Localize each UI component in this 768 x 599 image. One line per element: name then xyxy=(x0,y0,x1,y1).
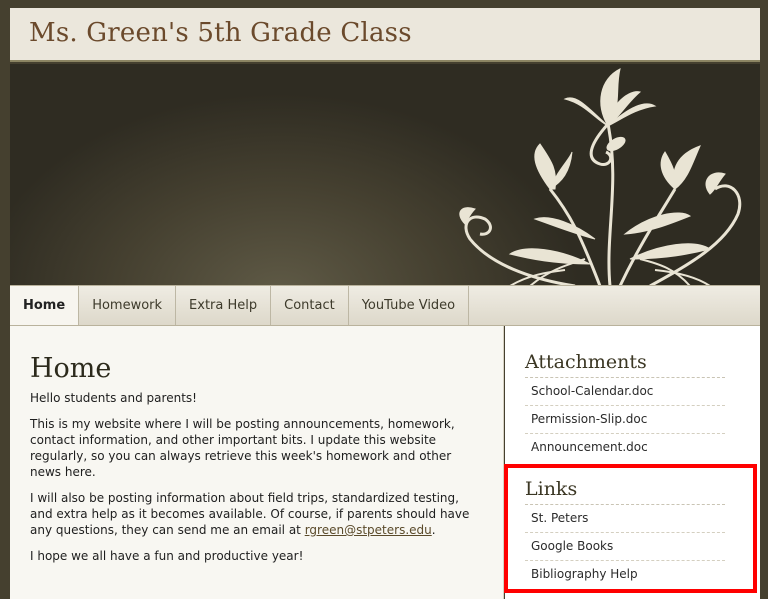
attachment-school-calendar[interactable]: School-Calendar.doc xyxy=(525,378,725,406)
page-frame: Ms. Green's 5th Grade Class Home Homewor… xyxy=(0,0,768,599)
tab-home[interactable]: Home xyxy=(10,286,80,325)
closing-paragraph: I hope we all have a fun and productive … xyxy=(30,549,304,563)
page-title: Home xyxy=(30,353,112,384)
site-title: Ms. Green's 5th Grade Class xyxy=(29,18,412,48)
attachments-section: Attachments School-Calendar.doc Permissi… xyxy=(525,348,725,461)
email-link[interactable]: rgreen@stpeters.edu xyxy=(305,523,432,537)
main-nav: Home Homework Extra Help Contact YouTube… xyxy=(10,285,760,326)
tab-youtube-video[interactable]: YouTube Video xyxy=(349,286,470,325)
attachments-heading: Attachments xyxy=(525,348,725,378)
tab-homework[interactable]: Homework xyxy=(79,286,177,325)
sidebar: Attachments School-Calendar.doc Permissi… xyxy=(505,326,760,599)
site-header: Ms. Green's 5th Grade Class xyxy=(10,8,760,62)
main-content: Home Hello students and parents! This is… xyxy=(10,326,504,599)
tab-extra-help[interactable]: Extra Help xyxy=(176,286,272,325)
banner-image xyxy=(10,64,760,286)
link-google-books[interactable]: Google Books xyxy=(525,533,725,561)
link-bibliography-help[interactable]: Bibliography Help xyxy=(525,561,725,588)
attachment-permission-slip[interactable]: Permission-Slip.doc xyxy=(525,406,725,434)
greeting-text: Hello students and parents! xyxy=(30,391,197,405)
links-section: Links St. Peters Google Books Bibliograp… xyxy=(525,475,725,588)
intro-paragraph: This is my website where I will be posti… xyxy=(30,417,455,479)
info-paragraph-end: . xyxy=(431,523,436,537)
links-heading: Links xyxy=(525,475,725,505)
info-paragraph: I will also be posting information about… xyxy=(30,490,483,538)
attachment-announcement[interactable]: Announcement.doc xyxy=(525,434,725,461)
floral-ornament-icon xyxy=(459,68,742,286)
tab-contact[interactable]: Contact xyxy=(271,286,349,325)
link-st-peters[interactable]: St. Peters xyxy=(525,505,725,533)
